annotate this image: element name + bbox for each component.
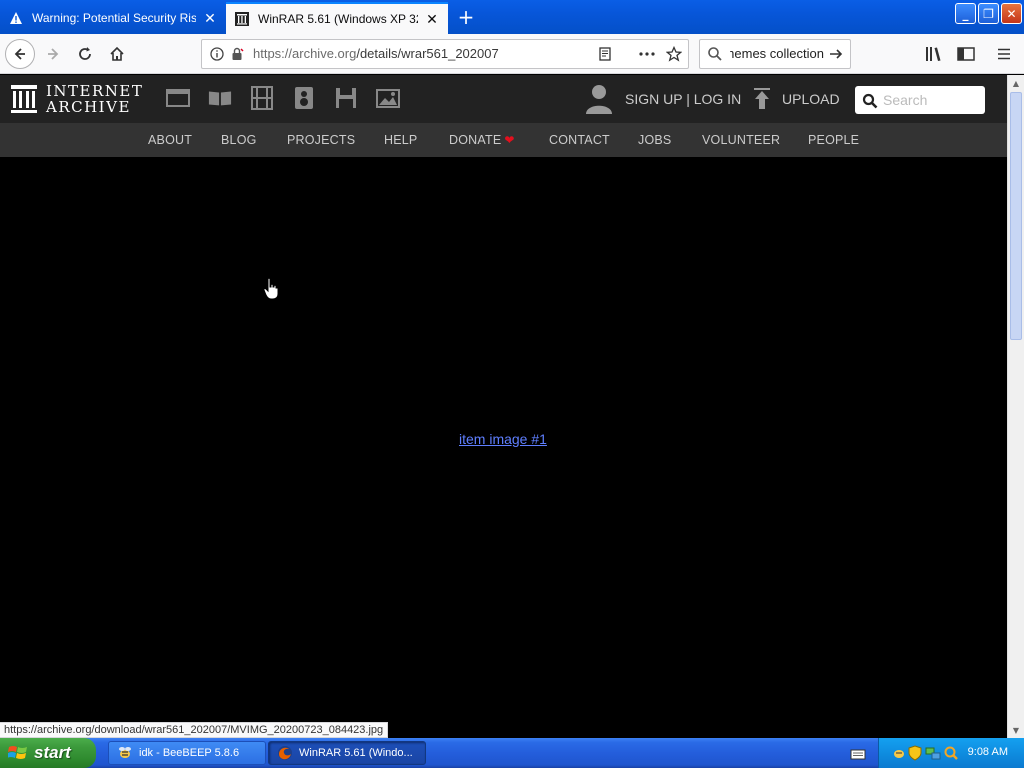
url-path: /details/wrar561_202007 — [356, 46, 499, 61]
nav-projects[interactable]: PROJECTS — [287, 133, 355, 147]
ia-header: INTERNET ARCHIVE SIGN UP | LOG IN UPLOAD… — [0, 75, 1007, 123]
ia-nav-bar: ABOUT BLOG PROJECTS HELP DONATE ❤ CONTACT… — [0, 123, 1007, 157]
system-tray: 9:08 AM — [878, 738, 1024, 768]
nav-contact[interactable]: CONTACT — [549, 133, 610, 147]
close-icon[interactable]: ✕ — [202, 10, 218, 26]
archive-favicon-icon — [234, 11, 250, 27]
upload-label: UPLOAD — [782, 91, 840, 107]
nav-blog[interactable]: BLOG — [221, 133, 257, 147]
ia-logo[interactable]: INTERNET ARCHIVE — [10, 83, 143, 115]
hand-cursor-icon — [263, 277, 279, 304]
sidebar-icon[interactable] — [957, 46, 975, 62]
search-icon — [707, 46, 723, 62]
nav-donate[interactable]: DONATE ❤ — [449, 133, 515, 147]
close-window-button[interactable]: ✕ — [1001, 3, 1022, 24]
tray-app-icon[interactable] — [891, 745, 907, 761]
nav-volunteer[interactable]: VOLUNTEER — [702, 133, 780, 147]
vertical-scrollbar[interactable]: ▲ ▼ — [1007, 75, 1024, 738]
warning-icon — [8, 10, 24, 26]
nav-jobs[interactable]: JOBS — [638, 133, 671, 147]
lock-icon[interactable] — [230, 47, 244, 61]
scroll-up-icon[interactable]: ▲ — [1008, 75, 1024, 91]
search-placeholder: Search — [883, 92, 928, 108]
scroll-thumb[interactable] — [1010, 92, 1022, 340]
upload-button[interactable]: UPLOAD — [752, 88, 840, 110]
signup-login-link[interactable]: SIGN UP | LOG IN — [625, 91, 741, 107]
search-icon — [862, 93, 878, 109]
nav-about[interactable]: ABOUT — [148, 133, 192, 147]
web-icon[interactable] — [166, 86, 190, 110]
clock: 9:08 AM — [967, 746, 1008, 758]
forward-button[interactable] — [38, 39, 68, 69]
archive-building-icon — [11, 85, 37, 113]
menu-icon[interactable] — [996, 46, 1012, 62]
software-icon[interactable] — [334, 86, 358, 110]
library-icon[interactable] — [925, 46, 943, 62]
window-controls: _ ❐ ✕ — [955, 3, 1022, 24]
search-text: themes collection — [730, 46, 824, 61]
texts-icon[interactable] — [208, 86, 232, 110]
upload-icon — [754, 88, 770, 109]
taskbar-item-firefox[interactable]: WinRAR 5.61 (Windo... — [268, 741, 426, 765]
back-button[interactable] — [5, 39, 35, 69]
reload-button[interactable] — [70, 39, 100, 69]
start-label: start — [34, 743, 71, 762]
tab-title: WinRAR 5.61 (Windows XP 32-Bit) — [258, 12, 418, 26]
taskbar: start idk - BeeBEEP 5.8.6 WinRAR 5.61 (W… — [0, 738, 1024, 768]
user-avatar-icon[interactable] — [585, 83, 613, 115]
search-go-arrow-icon[interactable] — [828, 46, 844, 62]
firefox-app-icon — [277, 745, 293, 761]
info-icon[interactable] — [210, 47, 224, 61]
url-bar[interactable]: https://archive.org/details/wrar561_2020… — [201, 39, 689, 69]
url-text: https://archive.org/details/wrar561_2020… — [253, 46, 499, 61]
new-tab-button[interactable]: + — [452, 4, 480, 30]
browser-search-bar[interactable]: themes collection — [699, 39, 851, 69]
browser-nav-bar: https://archive.org/details/wrar561_2020… — [0, 34, 1024, 74]
nav-donate-label: DONATE — [449, 133, 502, 147]
ia-logo-text: INTERNET ARCHIVE — [46, 83, 143, 115]
keyboard-icon[interactable] — [850, 746, 866, 765]
images-icon[interactable] — [376, 86, 400, 110]
taskbar-item-label: WinRAR 5.61 (Windo... — [299, 747, 413, 759]
restore-button[interactable]: ❐ — [978, 3, 999, 24]
start-button[interactable]: start — [0, 738, 96, 768]
ia-search-input[interactable]: Search — [855, 86, 985, 114]
windows-logo-icon — [8, 746, 27, 759]
tab-title: Warning: Potential Security Risk A — [32, 11, 196, 25]
page-actions-icon[interactable] — [638, 47, 656, 61]
tab-security-warning[interactable]: Warning: Potential Security Risk A ✕ — [0, 2, 226, 34]
item-theater: item image #1 — [0, 157, 1007, 722]
nav-help[interactable]: HELP — [384, 133, 417, 147]
browser-tab-strip: Warning: Potential Security Risk A ✕ Win… — [0, 0, 1024, 34]
audio-icon[interactable] — [292, 86, 316, 110]
taskbar-item-label: idk - BeeBEEP 5.8.6 — [139, 747, 240, 759]
logo-line-2: ARCHIVE — [46, 98, 131, 116]
screen: Warning: Potential Security Risk A ✕ Win… — [0, 0, 1024, 768]
security-shield-icon[interactable] — [908, 745, 922, 761]
heart-icon: ❤ — [504, 133, 515, 147]
network-icon[interactable] — [925, 745, 941, 761]
item-image-link[interactable]: item image #1 — [459, 431, 547, 447]
logo-line-1: INTERNET — [46, 82, 144, 100]
beebeep-app-icon — [117, 745, 133, 761]
taskbar-item-beebeep[interactable]: idk - BeeBEEP 5.8.6 — [108, 741, 266, 765]
home-button[interactable] — [102, 39, 132, 69]
url-host: https://archive.org — [253, 46, 357, 61]
tray-search-icon[interactable] — [943, 745, 959, 761]
media-type-icons — [166, 86, 400, 110]
minimize-button[interactable]: _ — [955, 3, 976, 24]
nav-people[interactable]: PEOPLE — [808, 133, 859, 147]
scroll-down-icon[interactable]: ▼ — [1008, 722, 1024, 738]
tab-winrar[interactable]: WinRAR 5.61 (Windows XP 32-Bit) ✕ — [226, 2, 448, 34]
link-status-bar: https://archive.org/download/wrar561_202… — [0, 722, 389, 738]
bookmark-star-icon[interactable] — [666, 46, 682, 62]
reader-view-icon[interactable] — [598, 47, 612, 61]
video-icon[interactable] — [250, 86, 274, 110]
close-icon[interactable]: ✕ — [424, 11, 440, 27]
